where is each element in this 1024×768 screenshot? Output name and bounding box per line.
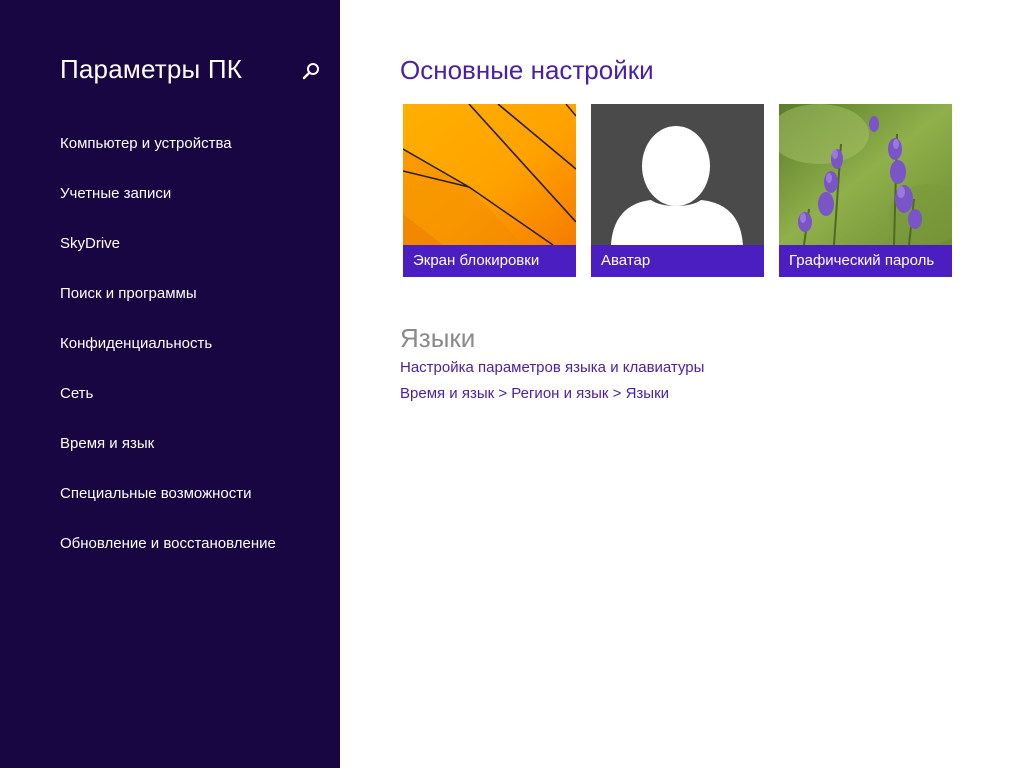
language-keyboard-settings-link[interactable]: Настройка параметров языка и клавиатуры	[400, 359, 704, 376]
sidebar-item-ease-of-access[interactable]: Специальные возможности	[60, 485, 252, 502]
sidebar-item-time-language[interactable]: Время и язык	[60, 435, 154, 452]
sidebar-item-search-apps[interactable]: Поиск и программы	[60, 285, 197, 302]
sidebar-item-devices[interactable]: Компьютер и устройства	[60, 135, 232, 152]
avatar-tile[interactable]: Аватар	[591, 104, 764, 277]
user-avatar-icon	[591, 104, 764, 245]
sidebar-item-skydrive[interactable]: SkyDrive	[60, 235, 120, 252]
picture-password-tile-label: Графический пароль	[779, 245, 952, 277]
sidebar-item-privacy[interactable]: Конфиденциальность	[60, 335, 212, 352]
lavender-image	[779, 104, 952, 245]
sidebar-item-accounts[interactable]: Учетные записи	[60, 185, 171, 202]
languages-heading: Языки	[400, 323, 476, 353]
sidebar-title: Параметры ПК	[60, 54, 243, 84]
languages-path-link[interactable]: Время и язык > Регион и язык > Языки	[400, 385, 669, 402]
lock-screen-tile-label: Экран блокировки	[403, 245, 576, 277]
sidebar-item-update-recovery[interactable]: Обновление и восстановление	[60, 535, 276, 552]
picture-password-tile[interactable]: Графический пароль	[779, 104, 952, 277]
pc-settings-window: Параметры ПК Компьютер и устройства Учет…	[0, 0, 1024, 768]
search-icon[interactable]	[301, 61, 321, 81]
sidebar: Параметры ПК Компьютер и устройства Учет…	[0, 0, 340, 768]
avatar-tile-label: Аватар	[591, 245, 764, 277]
lock-screen-tile[interactable]: Экран блокировки	[403, 104, 576, 277]
sidebar-item-network[interactable]: Сеть	[60, 385, 93, 402]
page-title: Основные настройки	[400, 55, 654, 85]
main-content: Основные настройки Экран блокировки Ават…	[340, 0, 1024, 768]
lock-screen-image	[403, 104, 576, 245]
